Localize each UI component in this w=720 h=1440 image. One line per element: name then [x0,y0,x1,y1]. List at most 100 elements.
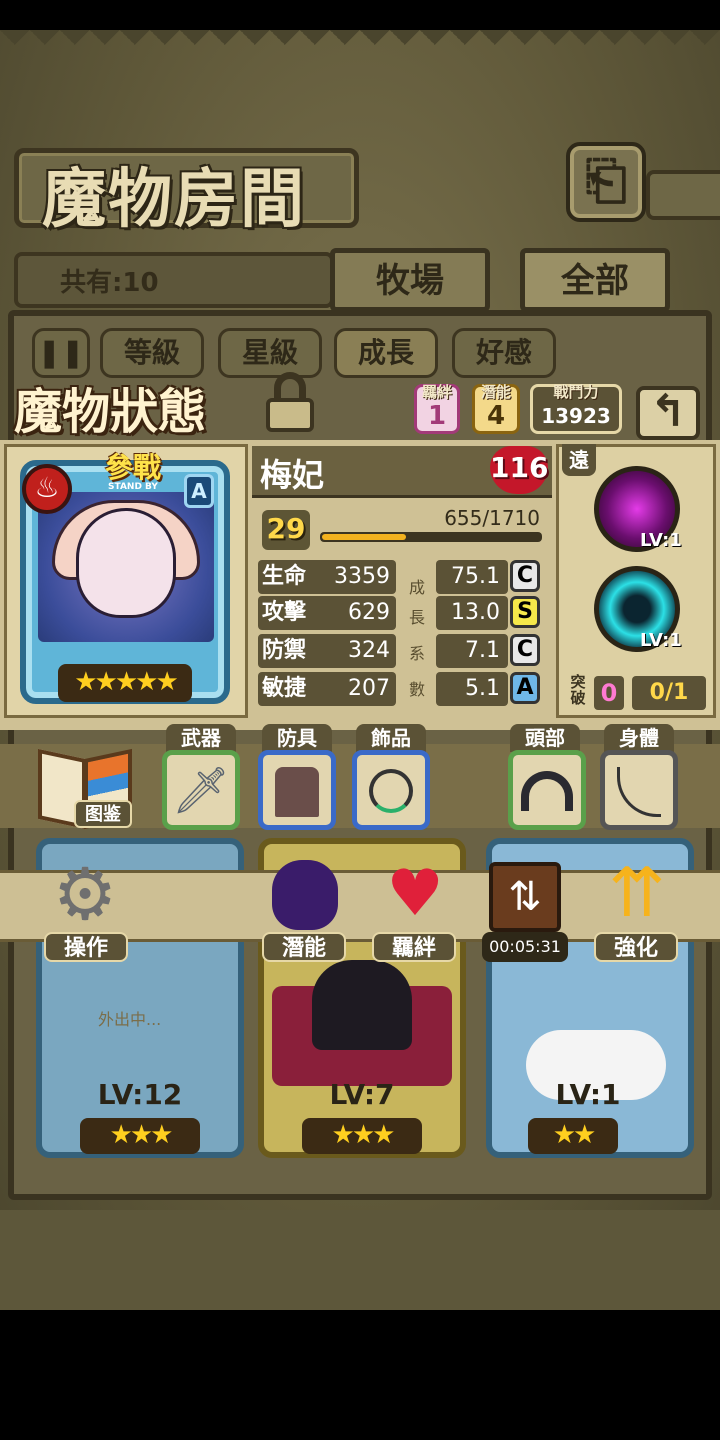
stat-agi-label: 敏捷 [258,672,326,706]
operate-button[interactable]: ⚙ [40,852,130,942]
monster-1-level: LV:12 [97,1078,183,1111]
xp-text: 655/1710 [444,506,540,530]
sort-label: 星級 [241,336,298,369]
bond-label: 羈絆 [421,383,452,401]
monster-1-stars: ★★★ [80,1118,200,1154]
level-badge: 29 [262,510,310,550]
header-bar [646,170,720,220]
stand-by-banner: 參戰 STAND BY [78,446,188,494]
growth-label-char: 數 [408,680,425,699]
tab-ranch[interactable]: 牧場 [330,248,490,312]
monster-2-level: LV:7 [329,1078,395,1111]
character-portrait [76,508,176,618]
monster-3-level: LV:1 [555,1078,621,1111]
skill-level: LV:1 [640,530,682,551]
slot-weapon-label: 武器 [166,724,236,752]
monster-2-stars: ★★★ [302,1118,422,1154]
stand-by-label: 參戰 [104,451,161,484]
stat-hp-label: 生命 [258,560,326,594]
enhance-button[interactable]: ⇈ [592,852,682,942]
slot-head[interactable] [508,750,586,830]
xp-bar-fill [322,534,406,540]
up-arrows-icon: ⇈ [608,854,666,933]
fire-icon: ♨ [22,464,72,514]
skill-level: LV:1 [640,630,682,651]
grade-agi: A [510,672,540,704]
stat-def-value: 324 [326,634,396,668]
status-title: 魔物狀態 [14,384,207,440]
slot-weapon[interactable]: 🗡 [162,750,240,830]
return-icon: ⎗ [585,151,627,211]
pause-button[interactable]: ❚❚ [32,328,90,378]
growth-label-char: 長 [408,608,425,627]
codex-label: 图鉴 [74,800,132,828]
pause-icon: ❚❚ [37,336,85,369]
monster-name: 梅妃 [260,456,325,494]
top-torn-edge [0,30,720,60]
monster-3-stars: ★★ [528,1118,618,1154]
swap-timer: 00:05:31 [482,932,568,962]
lock-body [266,398,314,432]
gear-icon: ⚙ [52,852,118,936]
return-button[interactable]: ⎗ [566,142,646,222]
bottom-torn-edge [0,1210,720,1310]
lock-button[interactable] [262,372,318,434]
power-label: 戰鬥力 [553,383,599,401]
slot-head-label: 頭部 [510,724,580,752]
sort-affection[interactable]: 好感 [452,328,556,378]
away-status: 外出中... [98,1010,162,1029]
enhance-label: 強化 [594,932,678,962]
monster-count: 共有:10 [60,268,159,298]
whip-icon [617,767,661,817]
break-label: 突破 [570,673,586,707]
slot-accessory[interactable] [352,750,430,830]
bond-action-label: 羈絆 [372,932,456,962]
stat-atk-value: 629 [326,596,396,630]
potential-button[interactable] [260,852,350,942]
demon-icon [272,860,338,930]
break-fraction: 0/1 [632,676,706,710]
swap-button[interactable]: ⇅ [480,852,570,942]
power-badge: 戰鬥力 13923 [530,383,622,434]
headband-icon [521,771,573,811]
slot-body-label: 身體 [604,724,674,752]
bond-value: 1 [427,401,447,431]
stat-agi-value: 207 [326,672,396,706]
sort-growth[interactable]: 成長 [334,328,438,378]
bond-badge: 羈絆 1 [414,383,460,434]
star-rating: ★★★★★ [58,664,192,702]
potential-value: 4 [486,401,506,431]
sort-level[interactable]: 等級 [100,328,204,378]
page-title: 魔物房間 [42,162,306,237]
swap-box-icon: ⇅ [489,862,561,932]
growth-label-char: 成 [408,578,425,597]
growth-label-char: 系 [408,644,425,663]
monster-2-hair [312,960,412,1050]
sort-label: 成長 [357,336,414,369]
growth-agi-value: 5.1 [436,672,508,706]
slot-armor[interactable] [258,750,336,830]
growth-atk-value: 13.0 [436,596,508,630]
grade-def: C [510,634,540,666]
grade-hp: C [510,560,540,592]
stand-by-sub: STAND BY [108,482,158,492]
slot-accessory-label: 飾品 [356,724,426,752]
slot-body[interactable] [600,750,678,830]
tab-all[interactable]: 全部 [520,248,670,312]
back-arrow-icon: ↰ [649,386,687,437]
sort-star[interactable]: 星級 [218,328,322,378]
necklace-icon [369,769,413,813]
slot-armor-label: 防具 [262,724,332,752]
sword-icon: 🗡 [171,763,231,817]
jacket-icon [275,767,319,817]
tab-label: 全部 [561,261,629,301]
affection-heart: 116 [490,446,548,494]
power-value: 13923 [541,404,611,428]
bond-button[interactable]: ♥ [370,852,460,942]
growth-def-value: 7.1 [436,634,508,668]
back-button[interactable]: ↰ [636,386,700,440]
stat-def-label: 防禦 [258,634,326,668]
potential-badge: 潛能 4 [472,383,520,434]
growth-hp-value: 75.1 [436,560,508,594]
potential-label: 潛能 [480,383,511,401]
